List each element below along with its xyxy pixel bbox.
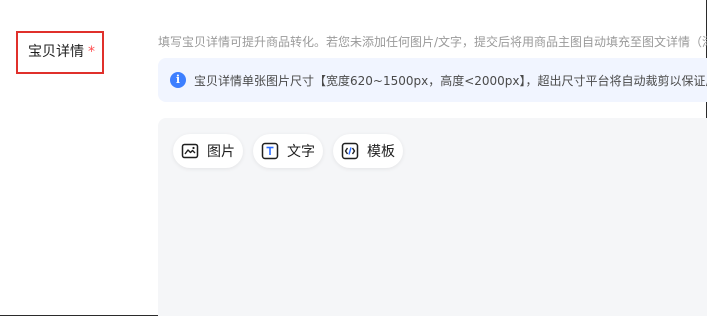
notice-text: 宝贝详情单张图片尺寸【宽度620~1500px，高度<2000px】，超出尺寸平…: [194, 74, 707, 88]
add-image-button[interactable]: 图片: [173, 134, 243, 168]
detail-field-label: 宝贝详情 *: [28, 41, 95, 61]
code-template-icon: [341, 142, 359, 160]
image-icon: [181, 142, 199, 160]
required-star: *: [88, 44, 95, 60]
detail-field-label-text: 宝贝详情: [28, 44, 84, 60]
add-text-button[interactable]: 文字: [253, 134, 323, 168]
add-image-label: 图片: [207, 144, 235, 160]
detail-hint-text: 填写宝贝详情可提升商品转化。若您未添加任何图片/文字，提交后将用商品主图自动填充…: [158, 35, 707, 49]
add-text-label: 文字: [287, 144, 315, 160]
detail-field-label-box: 宝贝详情 *: [16, 31, 104, 74]
text-icon: [261, 142, 279, 160]
detail-editor-area[interactable]: 图片 文字 模板: [158, 118, 707, 316]
info-icon: i: [170, 72, 186, 88]
add-template-button[interactable]: 模板: [333, 134, 403, 168]
image-size-notice: i 宝贝详情单张图片尺寸【宽度620~1500px，高度<2000px】，超出尺…: [158, 58, 707, 102]
add-template-label: 模板: [367, 144, 395, 160]
